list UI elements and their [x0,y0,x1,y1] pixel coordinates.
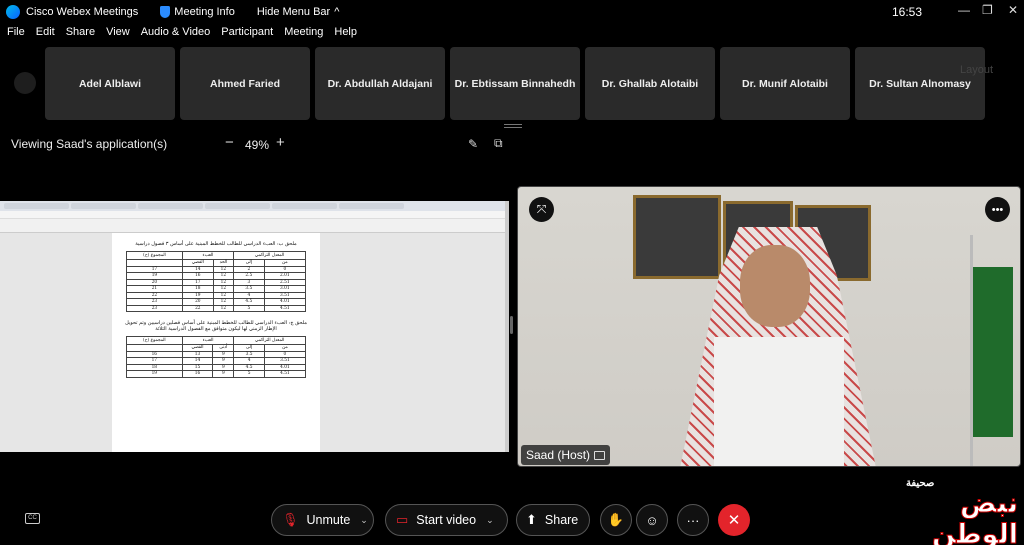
title-bar: Cisco Webex Meetings Meeting Info Hide M… [0,0,1024,24]
request-control-icon[interactable]: ⧉ [494,136,503,151]
close-icon: ✕ [727,512,741,529]
mic-muted-icon: 🎙 [282,512,299,527]
menu-edit[interactable]: Edit [36,26,55,44]
participant-tile[interactable]: Dr. Abdullah Aldajani [315,47,445,120]
minimize-icon[interactable]: — [958,3,970,17]
menu-audio-video[interactable]: Audio & Video [141,26,211,44]
participant-tile[interactable]: Ahmed Faried [180,47,310,120]
person-face [740,245,810,327]
flag [973,267,1013,437]
browser-tab [205,203,270,209]
zoom-in-button[interactable]: + [276,134,285,151]
participant-tile[interactable]: Dr. Munif Alotaibi [720,47,850,120]
unmute-button[interactable]: 🎙 Unmute ⌄ [271,504,374,536]
more-icon: ··· [686,512,700,528]
participant-strip: Adel Alblawi Ahmed Faried Dr. Abdullah A… [45,47,985,120]
table-header: العبء [181,336,235,345]
table-header: العبء [181,251,235,260]
menu-participant[interactable]: Participant [221,26,273,44]
closed-captions-icon[interactable]: CC [25,513,40,524]
browser-address-bar [0,211,509,219]
doc-heading-2: ملحق ج: العبء الدراسي للطالب للخطط المبن… [125,320,307,332]
table-row: 23 22 12 5 4.51 [126,304,307,312]
layout-button[interactable]: Layout [960,64,993,76]
chevron-up-icon: ^ [334,6,340,18]
clock: 16:53 [892,5,923,19]
shield-icon [160,6,171,18]
camera-off-icon: ▭ [396,512,409,527]
unmute-label: Unmute [306,513,351,527]
participant-tile[interactable]: Dr. Sultan Alnomasy [855,47,985,120]
menu-bar: File Edit Share View Audio & Video Parti… [0,26,361,44]
browser-tab [71,203,136,209]
hide-menu-bar-label: Hide Menu Bar [256,6,331,18]
menu-meeting[interactable]: Meeting [284,26,323,44]
split-resize-handle[interactable] [510,316,513,334]
shared-content-area[interactable]: ملحق ب: العبء الدراسي للطالب للخطط المبن… [0,157,509,494]
participant-tile[interactable]: Dr. Ebtissam Binnahedh [450,47,580,120]
browser-tab [138,203,203,209]
browser-tabs [0,201,509,211]
share-button[interactable]: ⬆ Share [516,504,590,536]
browser-tab [339,203,404,209]
reactions-button[interactable]: ☺ [636,504,668,536]
annotate-icon[interactable]: ✎ [468,137,478,151]
load-table-1: المجموع (ح) العبء المعدل التراكمي الفصي … [126,251,307,312]
pdf-toolbar [0,219,509,233]
table-row: 19 16 9 5 4.51 [126,370,307,378]
doc-heading-1: ملحق ب: العبء الدراسي للطالب للخطط المبن… [135,241,297,247]
zoom-level: 49% [245,138,270,152]
sharing-icon [594,450,606,460]
browser-tab [272,203,337,209]
hide-menu-bar-button[interactable]: Hide Menu Bar ^ [257,6,340,18]
app-title: Cisco Webex Meetings [26,6,139,18]
start-video-label: Start video [416,513,477,527]
leave-meeting-button[interactable]: ✕ [718,504,750,536]
chevron-down-icon[interactable]: ⌄ [360,515,368,526]
pdf-page: ملحق ب: العبء الدراسي للطالب للخطط المبن… [112,233,320,452]
table-header: المجموع (ح) [126,336,183,345]
menu-file[interactable]: File [7,26,25,44]
participant-tile[interactable]: Dr. Ghallab Alotaibi [585,47,715,120]
watermark-text: نبض الوطن [931,488,1018,545]
participant-tile[interactable]: Adel Alblawi [45,47,175,120]
pdf-viewport: ملحق ب: العبء الدراسي للطالب للخطط المبن… [0,233,509,452]
portrait-frame [633,195,721,279]
host-name: Saad (Host) [526,448,591,462]
more-options-button[interactable]: ··· [677,504,709,536]
table-header: المعدل التراكمي [233,336,306,345]
strip-resize-handle[interactable] [504,124,522,128]
document-scrollbar[interactable] [505,201,509,452]
table-header: المجموع (ح) [126,251,183,260]
person-thobe [714,337,844,466]
menu-help[interactable]: Help [334,26,357,44]
table-header: المعدل التراكمي [233,251,306,260]
zoom-out-button[interactable]: − [225,134,234,151]
host-video[interactable]: ⤧ ••• Saad (Host) [517,186,1021,467]
share-label: Share [544,513,579,527]
webex-logo-icon [6,5,20,19]
load-table-2: المجموع (ح) العبء المعدل التراكمي الفصي … [126,336,307,378]
close-window-icon[interactable]: ✕ [1008,3,1018,17]
meeting-info-label: Meeting Info [174,6,235,18]
start-video-button[interactable]: ▭ Start video ⌄ [385,504,508,536]
raise-hand-button[interactable]: ✋ [600,504,632,536]
browser-tab [4,203,69,209]
restore-icon[interactable]: ❐ [982,3,993,17]
menu-view[interactable]: View [106,26,130,44]
strip-scroll-left-button[interactable] [14,72,36,94]
menu-share[interactable]: Share [66,26,95,44]
shared-document: ملحق ب: العبء الدراسي للطالب للخطط المبن… [0,201,509,452]
meeting-info-button[interactable]: Meeting Info [160,6,235,18]
watermark-logo: صحيفة نبض الوطن [888,476,1019,545]
smiley-icon: ☺ [645,512,659,528]
collapse-video-icon[interactable]: ⤧ [529,197,554,222]
hand-icon: ✋ [607,512,625,527]
chevron-down-icon[interactable]: ⌄ [486,515,494,526]
video-more-icon[interactable]: ••• [985,197,1010,222]
viewing-label: Viewing Saad's application(s) [11,137,168,151]
share-icon: ⬆ [526,512,537,527]
video-name-label: Saad (Host) [521,445,611,465]
